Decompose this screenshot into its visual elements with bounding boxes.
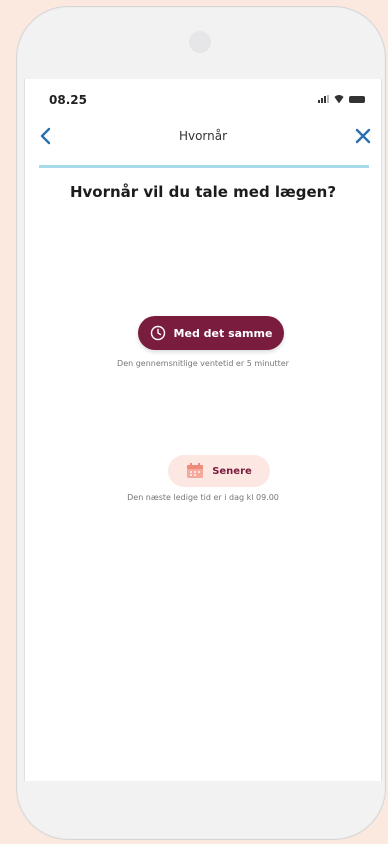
now-button[interactable]: Med det samme	[138, 316, 284, 350]
nav-title: Hvornår	[178, 129, 228, 143]
later-button-label: Senere	[212, 465, 252, 477]
status-bar: 08.25	[25, 79, 381, 115]
page-heading: Hvornår vil du tale med lægen?	[69, 183, 337, 201]
progress-divider	[39, 165, 369, 168]
app-screen: 08.25 Hvornår Hvornår vil du tale med læ…	[24, 79, 382, 781]
calendar-icon	[187, 463, 204, 478]
later-subtitle: Den næste ledige tid er i dag kl 09.00	[127, 493, 279, 502]
clock-icon	[150, 325, 165, 341]
close-icon	[355, 128, 371, 144]
later-button[interactable]: Senere	[168, 455, 270, 487]
close-button[interactable]	[351, 124, 375, 148]
camera	[189, 31, 211, 53]
nav-bar: Hvornår	[25, 121, 381, 151]
signal-icon	[318, 95, 329, 103]
now-button-label: Med det samme	[173, 326, 273, 340]
now-subtitle: Den gennemsnitlige ventetid er 5 minutte…	[117, 359, 289, 368]
wifi-icon	[333, 95, 345, 103]
status-icons	[318, 95, 365, 103]
battery-icon	[349, 96, 365, 103]
phone-frame: 08.25 Hvornår Hvornår vil du tale med læ…	[16, 6, 386, 840]
status-time: 08.25	[49, 93, 87, 107]
